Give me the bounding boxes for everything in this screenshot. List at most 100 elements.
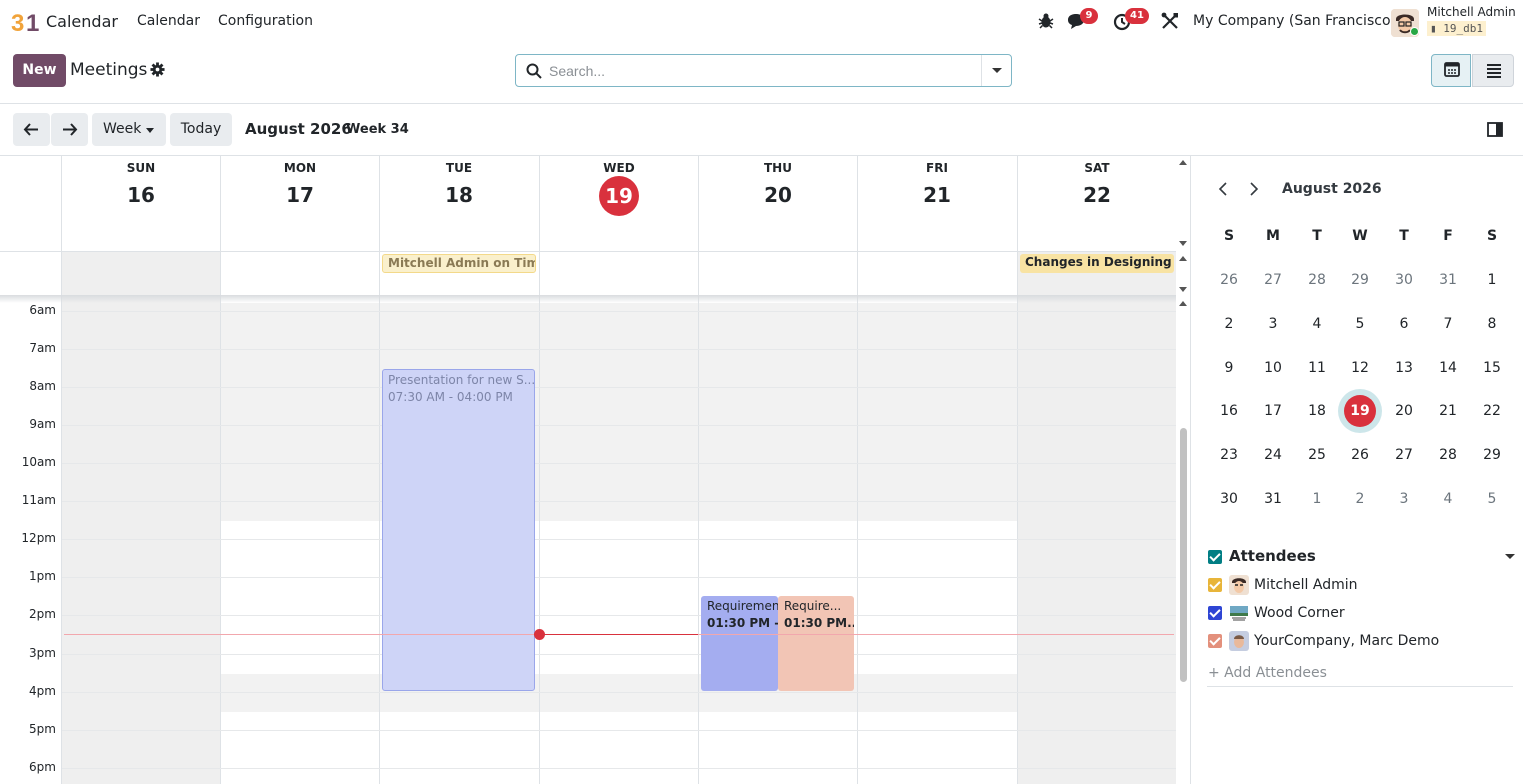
mini-day[interactable]: 14 xyxy=(1426,352,1470,384)
mini-day[interactable]: 2 xyxy=(1207,308,1251,340)
allday-event[interactable]: Changes in Designing xyxy=(1020,254,1174,273)
mini-day[interactable]: 28 xyxy=(1426,439,1470,471)
mini-day[interactable]: 31 xyxy=(1251,483,1295,515)
mini-day[interactable]: 29 xyxy=(1338,264,1382,296)
mini-day[interactable]: 28 xyxy=(1295,264,1339,296)
mini-day[interactable]: 25 xyxy=(1295,439,1339,471)
attendee-checkbox-marc-demo[interactable] xyxy=(1208,634,1222,648)
chevron-right-icon[interactable] xyxy=(1247,181,1261,197)
mini-day[interactable]: 4 xyxy=(1426,483,1470,515)
mini-day[interactable]: 5 xyxy=(1470,483,1514,515)
new-button[interactable]: New xyxy=(13,54,66,87)
mini-day[interactable]: 21 xyxy=(1426,395,1470,427)
calendar-app-logo[interactable]: 3 1 xyxy=(11,9,39,35)
event-requirement[interactable]: Requirement 01:30 PM - 0 xyxy=(701,596,778,691)
add-attendees-underline xyxy=(1207,686,1513,687)
hour-label: 4pm xyxy=(29,684,56,698)
event-requirement-2[interactable]: Require... 01:30 PM... xyxy=(778,596,854,691)
tools-icon[interactable] xyxy=(1160,11,1180,31)
mini-day[interactable]: 1 xyxy=(1470,264,1514,296)
mini-day[interactable]: 18 xyxy=(1295,395,1339,427)
caret-down-icon[interactable] xyxy=(1505,554,1515,559)
day-name: MON xyxy=(283,161,317,175)
mini-day[interactable]: 3 xyxy=(1251,308,1295,340)
attendees-select-all-checkbox[interactable] xyxy=(1208,550,1222,564)
mini-day[interactable]: 24 xyxy=(1251,439,1295,471)
today-day-number[interactable]: 19 xyxy=(599,176,639,216)
mini-day[interactable]: 1 xyxy=(1295,483,1339,515)
mini-day[interactable]: 16 xyxy=(1207,395,1251,427)
mini-day[interactable]: 26 xyxy=(1338,439,1382,471)
mini-day[interactable]: 4 xyxy=(1295,308,1339,340)
mini-day[interactable]: 22 xyxy=(1470,395,1514,427)
mini-day[interactable]: 5 xyxy=(1338,308,1382,340)
out-of-hours-morning xyxy=(220,303,1018,521)
hour-label: 3pm xyxy=(29,646,56,660)
hour-line xyxy=(62,425,1176,426)
weekday-label: S xyxy=(1223,228,1235,244)
mini-day[interactable]: 17 xyxy=(1251,395,1295,427)
previous-button[interactable] xyxy=(13,113,50,146)
hour-line xyxy=(62,501,1176,502)
app-name[interactable]: Calendar xyxy=(46,12,118,31)
chevron-left-icon[interactable] xyxy=(1216,181,1230,197)
mini-day[interactable]: 26 xyxy=(1207,264,1251,296)
mini-day[interactable]: 11 xyxy=(1295,352,1339,384)
scroll-up-icon[interactable] xyxy=(1179,301,1187,306)
add-attendees-input[interactable]: + Add Attendees xyxy=(1208,665,1327,681)
list-icon xyxy=(1487,64,1501,78)
menu-calendar[interactable]: Calendar xyxy=(137,13,200,29)
hour-label: 2pm xyxy=(29,607,56,621)
mini-day[interactable]: 2 xyxy=(1338,483,1382,515)
scroll-down-icon[interactable] xyxy=(1179,287,1187,292)
current-time-dot xyxy=(534,629,545,640)
mini-day[interactable]: 15 xyxy=(1470,352,1514,384)
search-options-toggle[interactable] xyxy=(981,55,1011,86)
hour-line xyxy=(62,692,1176,693)
mini-day[interactable]: 3 xyxy=(1382,483,1426,515)
bug-icon[interactable] xyxy=(1036,11,1056,31)
search-input[interactable] xyxy=(549,61,969,81)
mini-day[interactable]: 12 xyxy=(1338,352,1382,384)
mini-today[interactable]: 19 xyxy=(1344,395,1376,427)
attendee-checkbox-wood-corner[interactable] xyxy=(1208,606,1222,620)
mini-day[interactable]: 6 xyxy=(1382,308,1426,340)
list-view-button[interactable] xyxy=(1472,54,1514,87)
today-button[interactable]: Today xyxy=(170,113,232,146)
mini-day[interactable]: 29 xyxy=(1470,439,1514,471)
attendee-avatar xyxy=(1229,631,1249,651)
scroll-down-icon[interactable] xyxy=(1179,241,1187,246)
user-name[interactable]: Mitchell Admin xyxy=(1427,5,1516,19)
grid-scrollbar[interactable] xyxy=(1180,428,1187,682)
scale-label: Week xyxy=(103,121,142,137)
mini-day[interactable]: 20 xyxy=(1382,395,1426,427)
mini-day[interactable]: 7 xyxy=(1426,308,1470,340)
attendee-name: YourCompany, Marc Demo xyxy=(1254,633,1440,649)
caret-down-icon xyxy=(146,128,154,133)
mini-day[interactable]: 31 xyxy=(1426,264,1470,296)
database-icon: ▮ xyxy=(1430,22,1437,35)
menu-configuration[interactable]: Configuration xyxy=(218,13,313,29)
mini-day[interactable]: 13 xyxy=(1382,352,1426,384)
mini-day[interactable]: 30 xyxy=(1382,264,1426,296)
mini-day[interactable]: 10 xyxy=(1251,352,1295,384)
gear-icon[interactable] xyxy=(150,62,165,77)
scroll-up-icon[interactable] xyxy=(1179,256,1187,261)
event-presentation[interactable]: Presentation for new S... 07:30 AM - 04:… xyxy=(382,369,535,691)
scroll-up-icon[interactable] xyxy=(1179,160,1187,165)
mini-day[interactable]: 30 xyxy=(1207,483,1251,515)
sidebar-toggle-icon[interactable] xyxy=(1487,122,1503,137)
mini-day[interactable]: 23 xyxy=(1207,439,1251,471)
attendee-checkbox-mitchell[interactable] xyxy=(1208,578,1222,592)
next-button[interactable] xyxy=(51,113,88,146)
weekday-label: S xyxy=(1486,228,1498,244)
mini-day[interactable]: 27 xyxy=(1382,439,1426,471)
scale-dropdown[interactable]: Week xyxy=(92,113,166,146)
calendar-view-button[interactable] xyxy=(1431,54,1471,87)
mini-day[interactable]: 27 xyxy=(1251,264,1295,296)
hour-label: 8am xyxy=(29,379,56,393)
mini-day[interactable]: 8 xyxy=(1470,308,1514,340)
allday-event[interactable]: Mitchell Admin on Tim... xyxy=(382,254,536,273)
mini-day[interactable]: 9 xyxy=(1207,352,1251,384)
company-switcher[interactable]: My Company (San Francisco) xyxy=(1193,13,1396,29)
